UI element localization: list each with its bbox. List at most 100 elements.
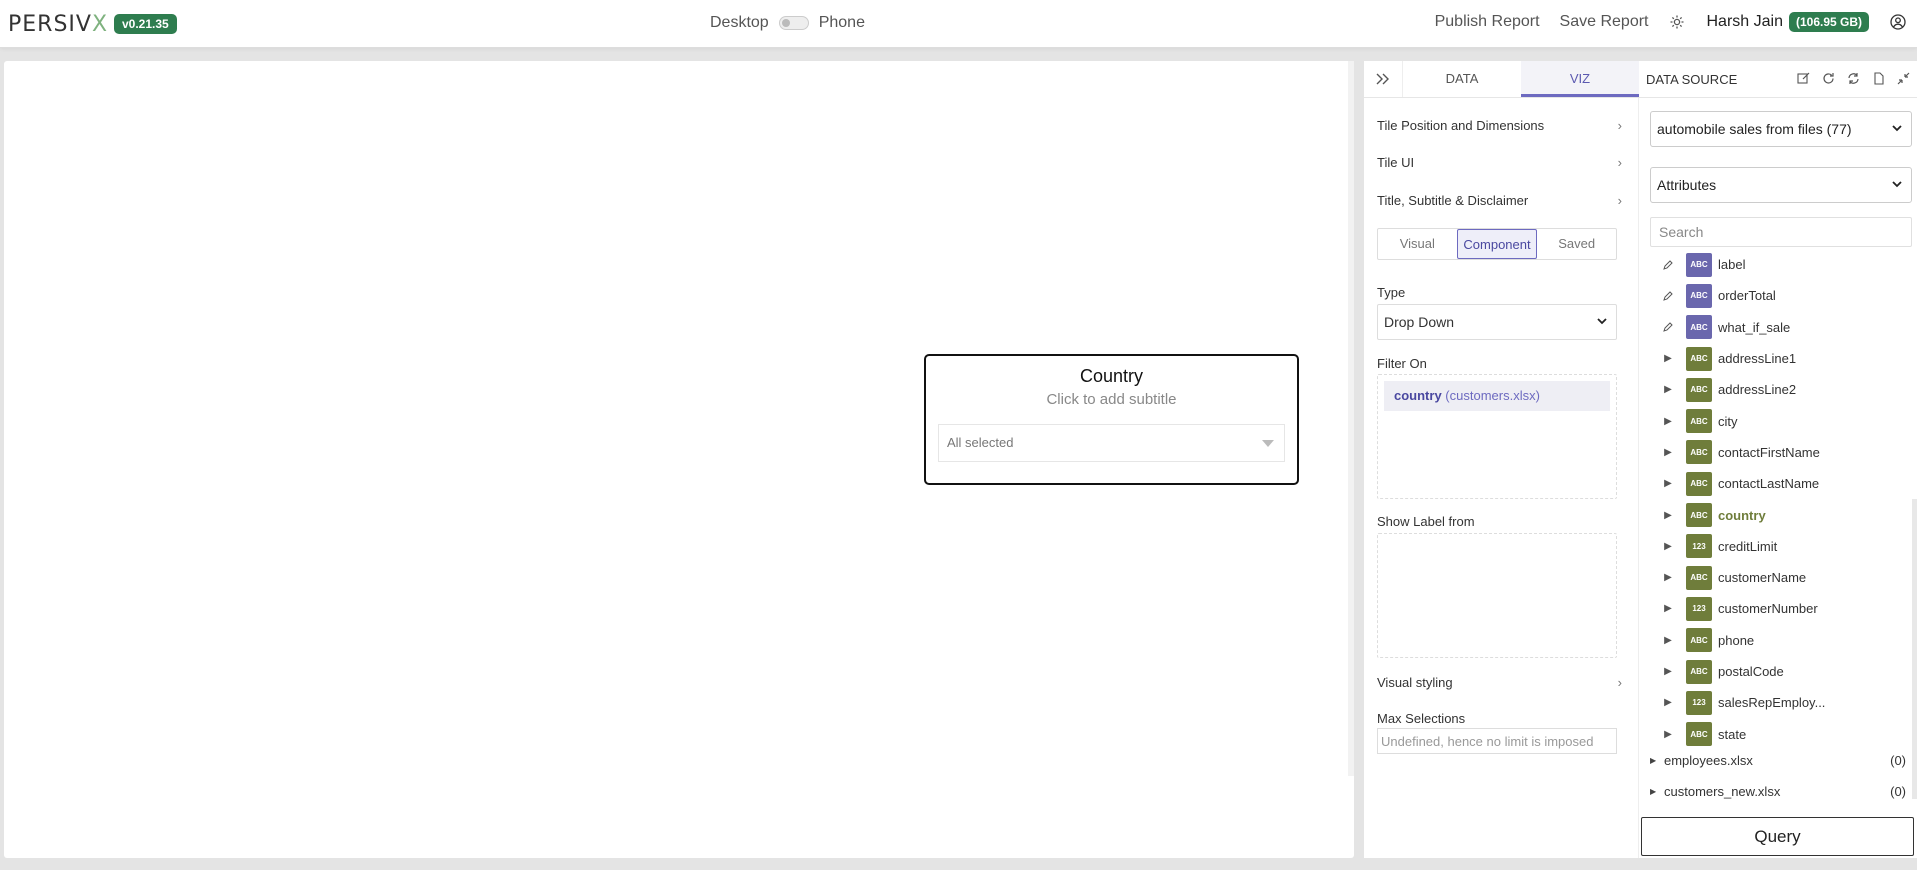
caret-right-icon[interactable]: ▶ [1650,756,1664,765]
list-item[interactable]: ▶ ABC addressLine1 [1650,343,1912,374]
section-title-subtitle[interactable]: Title, Subtitle & Disclaimer › [1377,193,1622,208]
gear-icon[interactable] [1668,13,1686,31]
desktop-label[interactable]: Desktop [710,14,769,32]
caret-right-icon[interactable]: ▶ [1650,635,1686,646]
chevron-right-icon: › [1617,675,1622,690]
dropdown-tile[interactable]: Country Click to add subtitle All select… [924,354,1299,485]
caret-right-icon[interactable]: ▶ [1650,787,1664,796]
caret-right-icon[interactable]: ▶ [1650,697,1686,708]
caret-right-icon[interactable]: ▶ [1650,572,1686,583]
collapse-arrows-icon[interactable] [1896,71,1911,89]
list-item[interactable]: ▶ ABC addressLine2 [1650,374,1912,405]
attr-type-badge: 123 [1686,534,1712,559]
attr-type-badge: ABC [1686,659,1712,684]
attr-type-badge: ABC [1686,346,1712,371]
list-item[interactable]: ABC what_if_sale [1650,312,1912,343]
file-row[interactable]: ▶ customers_new.xlsx (0) [1650,776,1906,807]
attribute-list: ABC label ABC orderTotal ABC what_if_sale ▶… [1650,249,1912,750]
caret-right-icon[interactable]: ▶ [1650,541,1686,552]
chevron-right-icon: › [1617,155,1622,170]
list-item[interactable]: ▶ ABC customerName [1650,562,1912,593]
caret-right-icon[interactable]: ▶ [1650,416,1686,427]
caret-right-icon[interactable]: ▶ [1650,510,1686,521]
publish-report-button[interactable]: Publish Report [1435,13,1540,31]
attr-type-badge: ABC [1686,471,1712,496]
collapse-panel-icon[interactable] [1364,61,1403,97]
section-tile-ui[interactable]: Tile UI › [1377,155,1622,170]
list-item[interactable]: ▶ 123 customerNumber [1650,593,1912,624]
pencil-icon[interactable] [1650,321,1686,333]
save-report-button[interactable]: Save Report [1560,13,1649,31]
top-actions: Publish Report Save Report Harsh Jain (1… [1435,12,1907,32]
list-item[interactable]: ▶ ABC phone [1650,625,1912,656]
chevron-down-icon [1596,314,1608,330]
segment-saved[interactable]: Saved [1537,229,1616,259]
segment-component[interactable]: Component [1456,229,1538,259]
caret-right-icon[interactable]: ▶ [1650,478,1686,489]
canvas-scrollbar[interactable] [1348,61,1354,776]
viz-panel: DATA VIZ Tile Position and Dimensions › T… [1364,61,1639,858]
attr-type-badge: ABC [1686,315,1712,340]
version-badge: v0.21.35 [114,14,177,34]
data-source-panel: DATA SOURCE automobile sales from files … [1639,61,1917,858]
caret-right-icon[interactable]: ▶ [1650,447,1686,458]
caret-right-icon[interactable]: ▶ [1650,729,1686,740]
data-source-select[interactable]: automobile sales from files (77) [1650,111,1912,147]
segment-visual[interactable]: Visual [1378,229,1457,259]
caret-right-icon[interactable]: ▶ [1650,384,1686,395]
logo: PERSIVX [8,12,109,37]
tile-dropdown[interactable]: All selected [938,424,1285,462]
attr-type-badge: ABC [1686,283,1712,308]
user-avatar-icon[interactable] [1889,13,1907,31]
caret-right-icon[interactable]: ▶ [1650,666,1686,677]
attr-type-badge: ABC [1686,377,1712,402]
caret-right-icon[interactable]: ▶ [1650,603,1686,614]
refresh-icon[interactable] [1821,71,1836,89]
phone-label[interactable]: Phone [819,14,865,32]
file-row[interactable]: ▶ employees.xlsx (0) [1650,745,1906,776]
pencil-icon[interactable] [1650,290,1686,302]
max-selections-input[interactable]: Undefined, hence no limit is imposed [1377,728,1617,754]
attr-type-badge: ABC [1686,409,1712,434]
query-button[interactable]: Query [1641,817,1914,856]
caret-right-icon[interactable]: ▶ [1650,353,1686,364]
device-toggle[interactable] [778,16,809,30]
tile-dropdown-value: All selected [947,435,1014,450]
list-item[interactable]: ▶ ABC postalCode [1650,656,1912,687]
show-label-from-label: Show Label from [1377,514,1475,529]
storage-badge: (106.95 GB) [1788,12,1869,32]
tab-viz[interactable]: VIZ [1521,61,1639,97]
filter-on-dropzone[interactable]: country (customers.xlsx) [1377,374,1617,499]
attr-type-badge: 123 [1686,596,1712,621]
list-item-selected[interactable]: ▶ ABC country [1650,499,1912,530]
filter-on-label: Filter On [1377,356,1427,371]
data-source-toolbar [1796,71,1911,89]
sync-icon[interactable] [1846,71,1861,89]
tile-title[interactable]: Country [926,366,1297,387]
tile-subtitle[interactable]: Click to add subtitle [926,391,1297,408]
edit-icon[interactable] [1796,71,1811,89]
section-visual-styling[interactable]: Visual styling › [1377,675,1622,690]
document-icon[interactable] [1871,71,1886,89]
list-item[interactable]: ▶ ABC city [1650,405,1912,436]
attr-type-badge: ABC [1686,503,1712,528]
section-tile-position[interactable]: Tile Position and Dimensions › [1377,118,1622,133]
list-item[interactable]: ▶ 123 salesRepEmploy... [1650,687,1912,718]
user-name[interactable]: Harsh Jain [1706,13,1782,31]
list-item[interactable]: ▶ 123 creditLimit [1650,531,1912,562]
tab-data[interactable]: DATA [1403,61,1521,97]
report-canvas[interactable]: Country Click to add subtitle All select… [4,61,1354,858]
list-item[interactable]: ▶ ABC contactLastName [1650,468,1912,499]
attributes-select[interactable]: Attributes [1650,167,1912,203]
chevron-right-icon: › [1617,193,1622,208]
pencil-icon[interactable] [1650,259,1686,271]
filter-chip[interactable]: country (customers.xlsx) [1384,381,1610,411]
list-item[interactable]: ABC label [1650,249,1912,280]
attribute-scrollbar[interactable] [1912,499,1917,799]
attr-type-badge: 123 [1686,690,1712,715]
show-label-dropzone[interactable] [1377,533,1617,658]
type-select[interactable]: Drop Down [1377,304,1617,340]
list-item[interactable]: ▶ ABC contactFirstName [1650,437,1912,468]
list-item[interactable]: ABC orderTotal [1650,280,1912,311]
attribute-search-input[interactable]: Search [1650,217,1912,247]
